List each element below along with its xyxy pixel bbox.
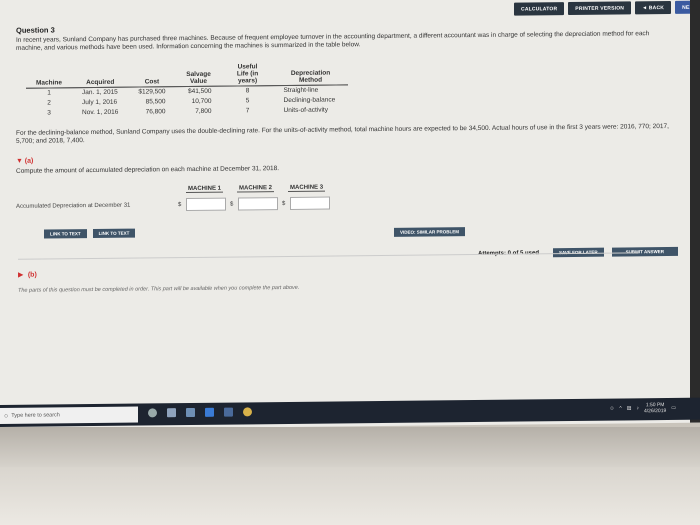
link-to-text-button-2[interactable]: LINK TO TEXT bbox=[92, 228, 136, 239]
cell-life: 7 bbox=[245, 107, 250, 115]
mail-icon[interactable] bbox=[224, 407, 233, 417]
clock-date: 4/26/2019 bbox=[644, 408, 667, 415]
machine-3-header: MACHINE 3 bbox=[288, 184, 326, 192]
browser-screen: CALCULATOR PRINTER VERSION ◄ BACK NEX Qu… bbox=[0, 0, 700, 431]
chrome-icon[interactable] bbox=[243, 407, 252, 417]
system-tray: ☺ ^ ▤ ♪ 1:50 PM 4/26/2019 ▭ bbox=[609, 402, 676, 415]
clock[interactable]: 1:50 PM 4/26/2019 bbox=[644, 402, 666, 414]
answer-row: Accumulated Depreciation at December 31 … bbox=[16, 196, 334, 213]
tray-volume-icon[interactable]: ♪ bbox=[637, 405, 640, 411]
cell-acquired: Jan. 1, 2015 bbox=[82, 88, 118, 97]
machine-1-header: MACHINE 1 bbox=[186, 185, 224, 194]
cell-salvage: 7,800 bbox=[195, 107, 212, 115]
table-row: 3 Nov. 1, 2016 76,800 7,800 7 Units-of-a… bbox=[26, 105, 348, 118]
part-a-label: (a) bbox=[24, 157, 34, 165]
cell-cost: 76,800 bbox=[145, 108, 166, 116]
tray-people-icon[interactable]: ☺ bbox=[609, 406, 614, 412]
currency-symbol: $ bbox=[282, 200, 286, 207]
col-header-method: Depreciation Method bbox=[273, 62, 348, 86]
cell-method: Units-of-activity bbox=[283, 106, 328, 115]
taskbar-icons bbox=[148, 407, 252, 418]
machine-3-input[interactable] bbox=[290, 196, 330, 210]
answer-row-label: Accumulated Depreciation at December 31 bbox=[16, 202, 131, 210]
back-button[interactable]: ◄ BACK bbox=[635, 0, 672, 15]
top-toolbar: CALCULATOR PRINTER VERSION ◄ BACK NEX bbox=[514, 0, 700, 16]
link-to-text-button-1[interactable]: LINK TO TEXT bbox=[44, 229, 87, 239]
part-b-section: ▶ (b) The parts of this question must be… bbox=[18, 252, 638, 294]
collapse-arrow-icon[interactable]: ▶ bbox=[18, 272, 23, 279]
col-header-useful-life: Useful Life (in years) bbox=[221, 63, 274, 87]
machine-table: Machine Acquired Cost Salvage Value Usef… bbox=[26, 62, 348, 118]
question-content: Question 3 In recent years, Sunland Comp… bbox=[16, 19, 686, 258]
cell-salvage: 10,700 bbox=[191, 97, 212, 105]
store-icon[interactable] bbox=[186, 407, 195, 418]
col-header-cost: Cost bbox=[128, 64, 176, 88]
machine-2-input[interactable] bbox=[238, 197, 278, 211]
expand-arrow-icon[interactable]: ▼ bbox=[16, 158, 23, 165]
col-header-machine: Machine bbox=[26, 65, 73, 89]
answer-headers: MACHINE 1 MACHINE 2 MACHINE 3 bbox=[186, 184, 326, 194]
notification-icon[interactable]: ▭ bbox=[671, 405, 676, 411]
question-note: For the declining-balance method, Sunlan… bbox=[16, 122, 669, 145]
cell-life: 5 bbox=[245, 97, 250, 105]
cell-acquired: July 1, 2016 bbox=[82, 98, 118, 107]
search-placeholder: Type here to search bbox=[11, 412, 60, 419]
tray-network-icon[interactable]: ▤ bbox=[627, 405, 632, 411]
currency-symbol: $ bbox=[178, 201, 182, 208]
col-header-salvage: Salvage Value bbox=[175, 63, 222, 87]
edge-browser-icon[interactable] bbox=[205, 407, 214, 417]
cell-life: 8 bbox=[245, 87, 250, 95]
part-a-section: ▼ (a) Compute the amount of accumulated … bbox=[16, 151, 686, 258]
task-view-icon[interactable] bbox=[167, 408, 176, 418]
video-similar-problem-button[interactable]: VIDEO: SIMILAR PROBLEM bbox=[394, 227, 466, 237]
cell-cost: $129,500 bbox=[138, 88, 166, 96]
currency-symbol: $ bbox=[230, 201, 234, 208]
machine-1-input[interactable] bbox=[186, 197, 226, 212]
search-icon: ○ bbox=[4, 412, 9, 420]
printer-version-button[interactable]: PRINTER VERSION bbox=[568, 1, 632, 16]
cell-salvage: $41,500 bbox=[188, 87, 212, 96]
cell-machine: 1 bbox=[47, 89, 51, 97]
col-header-acquired: Acquired bbox=[72, 64, 129, 88]
laptop-bezel bbox=[0, 427, 700, 467]
machine-2-header: MACHINE 2 bbox=[237, 185, 275, 193]
cell-cost: 85,500 bbox=[145, 98, 166, 106]
mic-icon[interactable] bbox=[148, 408, 157, 418]
calculator-button[interactable]: CALCULATOR bbox=[514, 2, 565, 16]
cell-machine: 3 bbox=[47, 109, 51, 117]
cell-method: Straight-line bbox=[283, 86, 319, 95]
screen-edge bbox=[690, 0, 700, 423]
link-buttons: LINK TO TEXT LINK TO TEXT bbox=[44, 228, 136, 239]
desk-surface bbox=[0, 467, 700, 525]
cell-machine: 2 bbox=[47, 99, 51, 107]
part-b-note: The parts of this question must be compl… bbox=[18, 284, 300, 294]
cell-acquired: Nov. 1, 2016 bbox=[82, 108, 119, 117]
part-b-label: (b) bbox=[27, 271, 37, 279]
tray-chevron-icon[interactable]: ^ bbox=[619, 405, 621, 411]
taskbar-search[interactable]: ○ Type here to search bbox=[0, 406, 138, 424]
